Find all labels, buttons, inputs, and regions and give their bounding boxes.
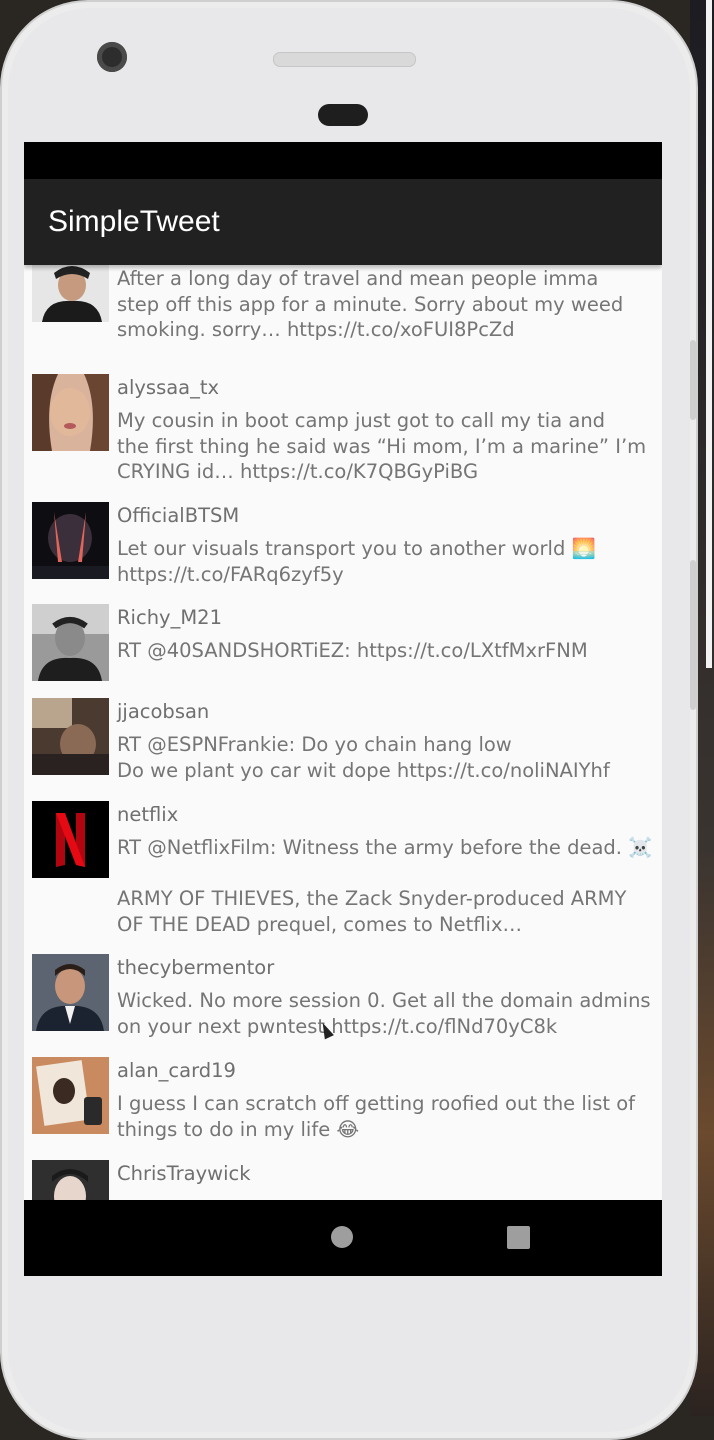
tweet-item[interactable]: jjacobsan RT @ESPNFrankie: Do yo chain h… <box>24 697 662 800</box>
tweet-body: After a long day of travel and mean peop… <box>117 267 624 341</box>
status-bar <box>24 142 662 179</box>
back-triangle-icon[interactable] <box>164 1225 186 1253</box>
tweet-item[interactable]: ChrisTraywick <box>24 1159 662 1200</box>
avatar[interactable] <box>32 698 109 775</box>
tweet-item[interactable]: alyssaa_tx My cousin in boot camp just g… <box>24 373 662 501</box>
recents-square-icon[interactable] <box>507 1226 530 1249</box>
avatar[interactable] <box>32 1160 109 1200</box>
tweet-handle: ChrisTraywick <box>117 1162 251 1185</box>
home-circle-icon[interactable] <box>331 1226 353 1248</box>
proximity-sensor <box>318 104 368 126</box>
netflix-logo-icon[interactable] <box>32 801 109 878</box>
timeline-list[interactable]: blantonblondes After a long day of trave… <box>24 265 662 1200</box>
tweet-body: RT @ESPNFrankie: Do yo chain hang low Do… <box>117 733 610 782</box>
tweet-body: My cousin in boot camp just got to call … <box>117 409 647 483</box>
app-title: SimpleTweet <box>48 205 220 238</box>
tweet-handle: Richy_M21 <box>117 606 222 629</box>
tweet-item[interactable]: Richy_M21 RT @40SANDSHORTiEZ: https://t.… <box>24 603 662 697</box>
tweet-item[interactable]: netflix RT @NetflixFilm: Witness the arm… <box>24 800 662 953</box>
avatar[interactable] <box>32 265 109 322</box>
volume-button <box>690 340 696 420</box>
tweet-handle: jjacobsan <box>117 700 210 723</box>
tweet-item[interactable]: alan_card19 I guess I can scratch off ge… <box>24 1056 662 1159</box>
tweet-handle: alan_card19 <box>117 1059 236 1082</box>
tweet-handle: OfficialBTSM <box>117 504 240 527</box>
app-bar: SimpleTweet <box>24 179 662 265</box>
tweet-body: Let our visuals transport you to another… <box>117 537 596 586</box>
avatar[interactable] <box>32 502 109 579</box>
earpiece-speaker <box>273 52 416 67</box>
tweet-body: RT @40SANDSHORTiEZ: https://t.co/LXtfMxr… <box>117 639 588 662</box>
device-screen: SimpleTweet blantonblondes After a long … <box>24 142 662 1276</box>
tweet-handle: netflix <box>117 803 179 826</box>
tweet-item[interactable]: blantonblondes After a long day of trave… <box>24 265 662 365</box>
tweet-handle: thecybermentor <box>117 956 275 979</box>
avatar[interactable] <box>32 374 109 451</box>
power-button <box>690 560 696 710</box>
tweet-body: I guess I can scratch off getting roofie… <box>117 1092 636 1141</box>
system-nav-bar <box>24 1200 662 1276</box>
tweet-item[interactable]: OfficialBTSM Let our visuals transport y… <box>24 501 662 603</box>
avatar[interactable] <box>32 1057 109 1134</box>
tweet-item[interactable]: thecybermentor Wicked. No more session 0… <box>24 953 662 1056</box>
avatar[interactable] <box>32 954 109 1031</box>
front-camera-icon <box>97 42 127 72</box>
tweet-body: RT @NetflixFilm: Witness the army before… <box>117 836 653 936</box>
tweet-handle: alyssaa_tx <box>117 376 220 399</box>
tweet-body: Wicked. No more session 0. Get all the d… <box>117 989 651 1038</box>
avatar[interactable] <box>32 604 109 681</box>
